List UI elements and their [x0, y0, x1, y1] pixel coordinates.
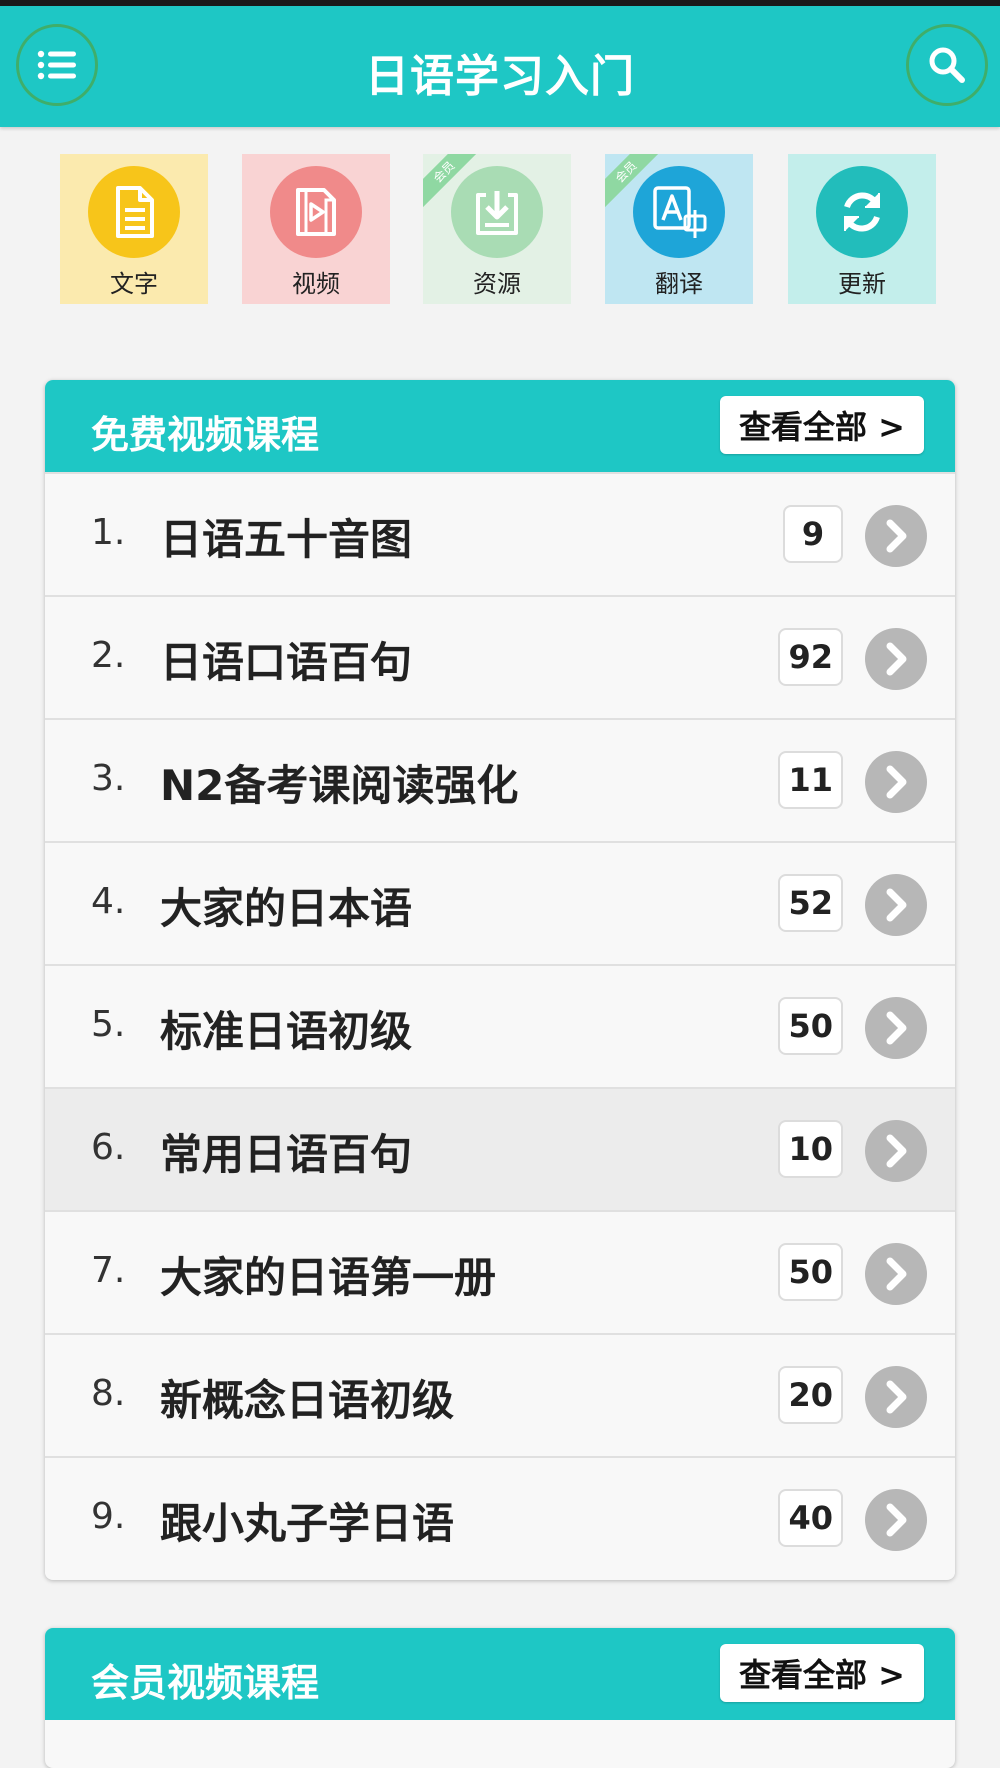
search-button[interactable] — [906, 24, 988, 106]
quick-menu-label: 文字 — [110, 270, 158, 298]
free-courses-card: 免费视频课程 查看全部 > 1. 日语五十音图 9 2. 日语口语百句 92 3. N2备考课… — [45, 380, 955, 1580]
member-courses-view-all-button[interactable]: 查看全部 > — [720, 1644, 924, 1702]
menu-button[interactable] — [16, 24, 98, 106]
chevron-right-icon[interactable] — [865, 1366, 927, 1428]
quick-menu-label: 翻译 — [655, 270, 703, 298]
chevron-right-icon[interactable] — [865, 751, 927, 813]
course-row[interactable]: 4. 大家的日本语 52 — [45, 841, 955, 964]
chevron-right-icon[interactable] — [865, 1489, 927, 1551]
course-row[interactable]: 9. 跟小丸子学日语 40 — [45, 1456, 955, 1579]
free-courses-title: 免费视频课程 — [91, 413, 320, 457]
free-courses-header: 免费视频课程 查看全部 > — [45, 380, 955, 472]
lesson-count-badge: 10 — [778, 1120, 843, 1178]
course-number: 7. — [91, 1250, 126, 1291]
refresh-icon — [816, 166, 908, 258]
course-title: 常用日语百句 — [160, 1130, 413, 1179]
course-number: 5. — [91, 1004, 126, 1045]
page-title: 日语学习入门 — [365, 51, 635, 102]
course-number: 3. — [91, 758, 126, 799]
course-number: 2. — [91, 635, 126, 676]
chevron-right-icon[interactable] — [865, 1243, 927, 1305]
course-title: 跟小丸子学日语 — [160, 1499, 455, 1548]
course-number: 8. — [91, 1373, 126, 1414]
video-icon — [270, 166, 362, 258]
course-row[interactable]: 3. N2备考课阅读强化 11 — [45, 718, 955, 841]
document-icon — [88, 166, 180, 258]
translate-icon — [633, 166, 725, 258]
lesson-count-badge: 20 — [778, 1366, 843, 1424]
lesson-count-badge: 9 — [783, 505, 843, 563]
quick-menu-tile[interactable]: 视频 — [242, 154, 390, 304]
course-row[interactable]: 6. 常用日语百句 10 — [45, 1087, 955, 1210]
course-number: 9. — [91, 1496, 126, 1537]
member-courses-header: 会员视频课程 查看全部 > — [45, 1628, 955, 1720]
course-title: 日语口语百句 — [160, 638, 413, 687]
quick-menu-label: 资源 — [473, 270, 521, 298]
lesson-count-badge: 92 — [778, 628, 843, 686]
lesson-count-badge: 11 — [778, 751, 843, 809]
quick-menu: 文字 视频 会员 资源 会员 翻译更新 — [60, 154, 940, 304]
top-app-bar: 日语学习入门 — [0, 0, 1000, 127]
free-course-list: 1. 日语五十音图 9 2. 日语口语百句 92 3. N2备考课阅读强化 11 4. 大家的日本语… — [45, 472, 955, 1579]
lesson-count-badge: 50 — [778, 997, 843, 1055]
course-number: 4. — [91, 881, 126, 922]
download-icon — [451, 166, 543, 258]
course-title: N2备考课阅读强化 — [160, 761, 519, 810]
free-courses-view-all-button[interactable]: 查看全部 > — [720, 396, 924, 454]
quick-menu-label: 更新 — [838, 270, 886, 298]
quick-menu-tile[interactable]: 会员 资源 — [423, 154, 571, 304]
chevron-right-icon[interactable] — [865, 874, 927, 936]
chevron-right-icon[interactable] — [865, 505, 927, 567]
member-courses-card: 会员视频课程 查看全部 > — [45, 1628, 955, 1768]
quick-menu-tile[interactable]: 更新 — [788, 154, 936, 304]
lesson-count-badge: 52 — [778, 874, 843, 932]
quick-menu-label: 视频 — [292, 270, 340, 298]
chevron-right-icon[interactable] — [865, 997, 927, 1059]
chevron-right-icon[interactable] — [865, 1120, 927, 1182]
quick-menu-tile[interactable]: 文字 — [60, 154, 208, 304]
course-row[interactable]: 7. 大家的日语第一册 50 — [45, 1210, 955, 1333]
course-title: 大家的日本语 — [160, 884, 413, 933]
course-row[interactable]: 2. 日语口语百句 92 — [45, 595, 955, 718]
quick-menu-tile[interactable]: 会员 翻译 — [605, 154, 753, 304]
member-courses-title: 会员视频课程 — [91, 1661, 320, 1705]
course-title: 标准日语初级 — [160, 1007, 413, 1056]
course-title: 日语五十音图 — [160, 515, 413, 564]
course-number: 6. — [91, 1127, 126, 1168]
lesson-count-badge: 40 — [778, 1489, 843, 1547]
course-title: 新概念日语初级 — [160, 1376, 455, 1425]
search-icon — [929, 47, 965, 83]
course-row[interactable]: 1. 日语五十音图 9 — [45, 472, 955, 595]
course-row[interactable]: 8. 新概念日语初级 20 — [45, 1333, 955, 1456]
course-title: 大家的日语第一册 — [160, 1253, 497, 1302]
course-row[interactable]: 5. 标准日语初级 50 — [45, 964, 955, 1087]
lesson-count-badge: 50 — [778, 1243, 843, 1301]
course-number: 1. — [91, 512, 126, 553]
chevron-right-icon[interactable] — [865, 628, 927, 690]
list-menu-icon — [37, 50, 76, 80]
